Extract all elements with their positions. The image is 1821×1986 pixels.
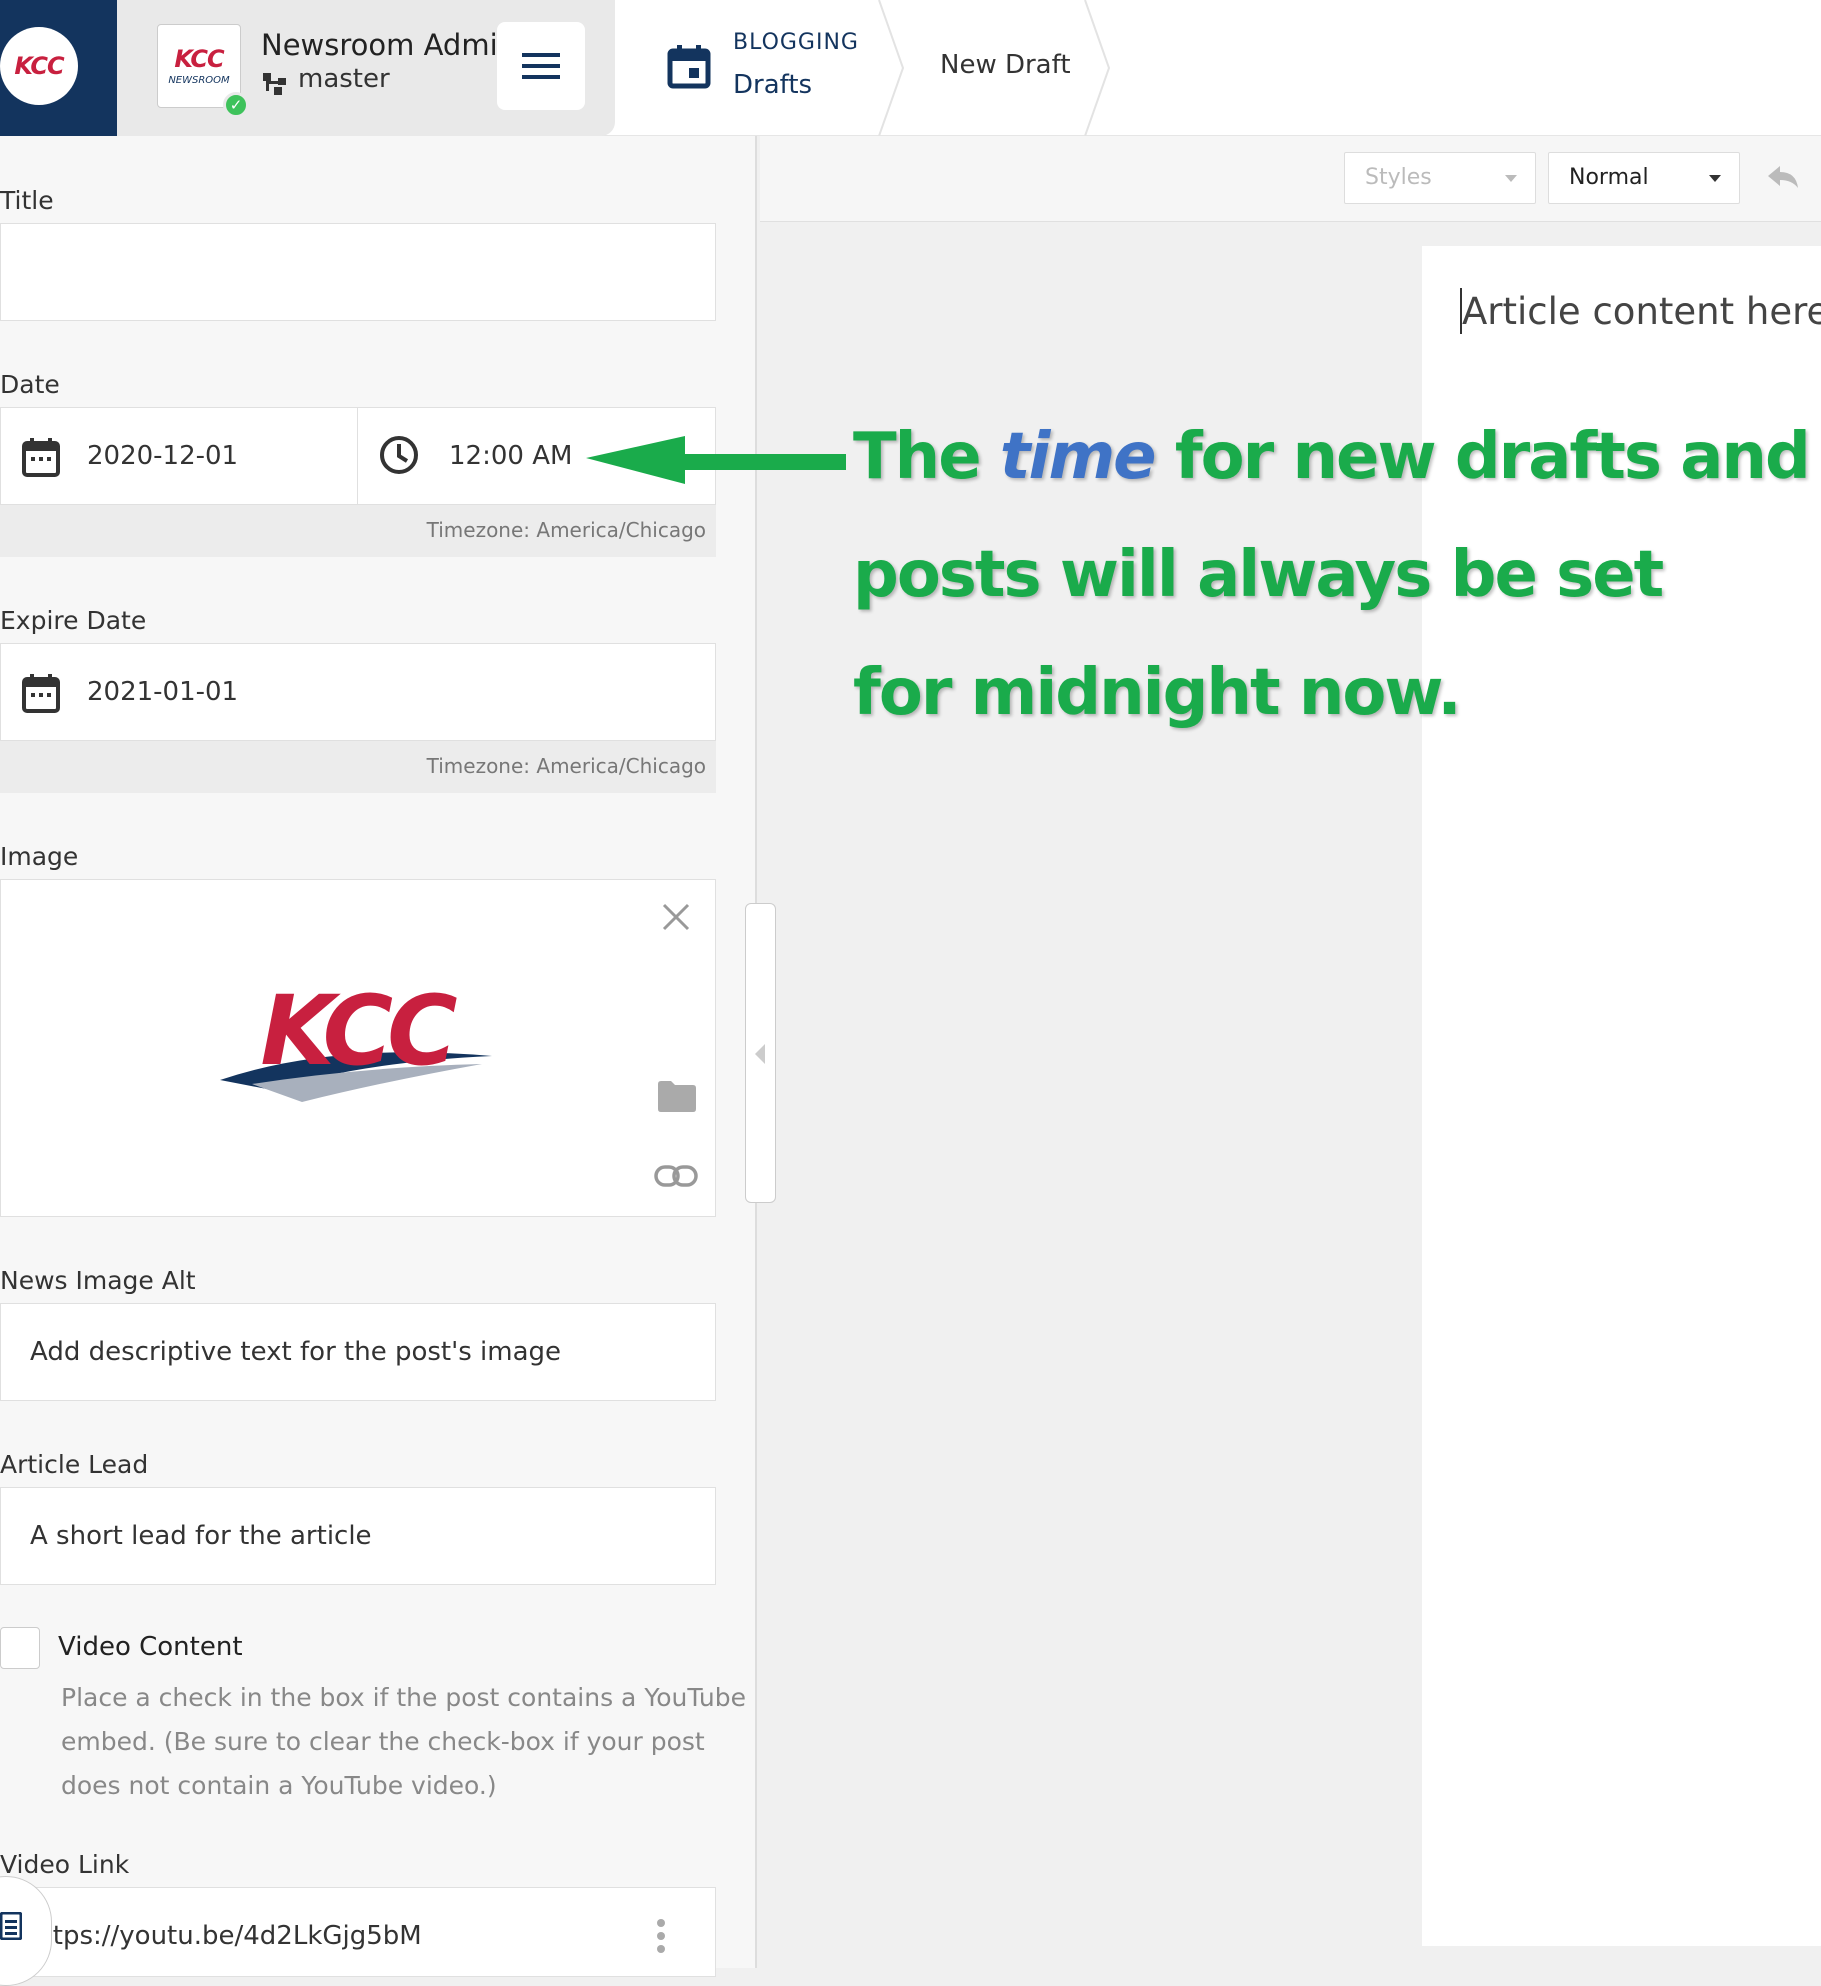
time-value: 12:00 AM [449,441,573,471]
hamburger-menu-icon [522,53,560,79]
help-line: does not contain a YouTube video.) [61,1771,497,1800]
video-link-value: :tps://youtu.be/4d2LkGjg5bM [44,1921,422,1951]
hamburger-menu-button[interactable] [497,22,585,110]
calendar-icon [22,438,60,477]
remove-image-icon[interactable] [660,901,692,933]
image-alt-placeholder: Add descriptive text for the post's imag… [30,1337,562,1367]
date-value: 2020-12-01 [87,441,239,471]
breadcrumb-drafts[interactable]: Drafts [733,70,812,100]
kcc-image-logo-text: KCC [260,975,457,1087]
title-input[interactable] [0,223,716,321]
image-alt-label: News Image Alt [0,1266,196,1295]
styles-dropdown[interactable]: Styles [1344,152,1536,204]
breadcrumb-section[interactable]: BLOGGING [733,30,859,55]
annotation-arrow [586,436,846,484]
kcc-logo[interactable]: KCC [0,27,78,105]
expire-date-label: Expire Date [0,606,147,635]
chevron-down-icon [1709,175,1721,182]
image-label: Image [0,842,79,871]
link-icon[interactable] [654,1163,698,1189]
video-content-label: Video Content [58,1632,243,1662]
folder-icon[interactable] [656,1079,698,1113]
styles-placeholder: Styles [1365,165,1432,190]
more-options-icon[interactable] [656,1918,666,1954]
article-lead-label: Article Lead [0,1450,149,1479]
annotation-emphasis: time [999,420,1157,494]
expire-date-value: 2021-01-01 [87,677,239,707]
help-line: Place a check in the box if the post con… [61,1683,746,1712]
video-content-checkbox[interactable] [0,1627,40,1669]
help-line: embed. (Be sure to clear the check-box i… [61,1727,705,1756]
date-timezone: Timezone: America/Chicago [426,518,706,542]
breadcrumb-separator [878,0,905,136]
video-link-label: Video Link [0,1850,130,1879]
document-icon [0,1912,22,1940]
annotation-line-2: posts will always be set [853,538,1664,612]
annotation-line-1: The time for new drafts and [853,420,1811,494]
panel-collapse-handle[interactable] [745,903,776,1203]
calendar-icon [22,674,60,713]
site-thumb-caption: NEWSROOM [168,74,230,86]
kcc-logo-text: KCC [14,52,64,80]
breadcrumb-current: New Draft [940,50,1071,80]
date-label: Date [0,370,60,399]
video-content-help: Place a check in the box if the post con… [61,1676,746,1808]
article-content-placeholder: Article content here [1462,290,1821,333]
chevron-left-icon [755,1044,765,1064]
breadcrumb-separator [1084,0,1111,136]
expire-timezone: Timezone: America/Chicago [426,754,706,778]
site-name: Newsroom Admi [261,28,497,62]
undo-icon[interactable] [1766,164,1800,190]
article-lead-placeholder: A short lead for the article [30,1521,372,1551]
title-label: Title [0,186,54,215]
calendar-icon [667,45,711,89]
article-editor[interactable] [1422,246,1821,1946]
check-circle-icon: ✓ [223,92,249,118]
chevron-down-icon [1505,175,1517,182]
format-value: Normal [1569,165,1649,190]
annotation-line-3: for midnight now. [853,656,1462,730]
branch-name: master [298,64,390,94]
site-thumb-logo: KCC [174,44,224,73]
kcc-image-logo: KCC [220,975,492,1102]
branch-icon [263,73,286,95]
format-dropdown[interactable]: Normal [1548,152,1740,204]
clock-icon [380,436,418,474]
